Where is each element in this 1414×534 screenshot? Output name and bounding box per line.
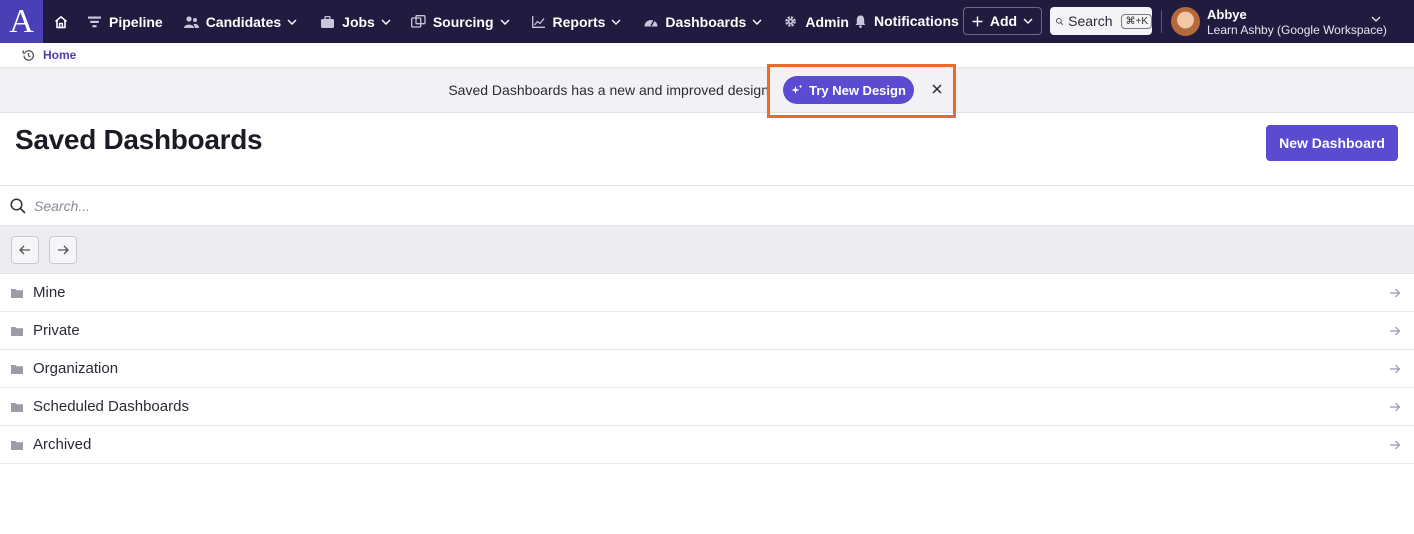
briefcase-icon (321, 15, 335, 28)
folder-icon (11, 289, 23, 298)
try-new-design-label: Try New Design (809, 82, 906, 98)
nav-pipeline-label: Pipeline (109, 13, 163, 30)
nav-sourcing[interactable]: Sourcing (410, 13, 510, 30)
plus-icon (972, 16, 983, 26)
arrow-right-icon (1390, 440, 1401, 450)
logo-letter: A (9, 2, 34, 40)
nav-dashboards-label: Dashboards (665, 13, 747, 30)
avatar[interactable] (1171, 7, 1200, 36)
page-title: Saved Dashboards (15, 124, 263, 155)
nav-admin-label: Admin (805, 13, 849, 30)
new-design-banner: Saved Dashboards has a new and improved … (0, 68, 1414, 113)
folder-icon (11, 403, 23, 412)
chevron-down-icon (611, 19, 621, 25)
folder-label: Archived (33, 436, 92, 453)
sparkle-icon (791, 84, 803, 94)
folder-label: Organization (33, 360, 119, 377)
user-org[interactable]: Learn Ashby (Google Workspace) (1207, 23, 1387, 37)
folder-icon (11, 327, 23, 336)
folder-label: Private (33, 322, 80, 339)
folder-label: Mine (33, 284, 66, 301)
add-label: Add (989, 13, 1018, 29)
nav-candidates[interactable]: Candidates (183, 13, 297, 30)
banner-text: Saved Dashboards has a new and improved … (448, 82, 769, 98)
banner-close-button[interactable] (931, 83, 943, 95)
search-bar (0, 185, 1414, 226)
nav-jobs[interactable]: Jobs (320, 14, 391, 30)
arrow-left-icon (19, 245, 30, 255)
gauge-icon (644, 20, 658, 27)
bell-icon (855, 15, 866, 28)
global-search-label: Search (1068, 13, 1113, 29)
folder-row-archived[interactable]: Archived (0, 426, 1414, 464)
folder-row-mine[interactable]: Mine (0, 274, 1414, 312)
chart-line-icon (531, 15, 545, 28)
try-new-design-button[interactable]: Try New Design (783, 76, 914, 104)
top-nav: A Pipeline Candidates Jobs Sourcing Repo… (0, 0, 1414, 43)
nav-divider (1161, 10, 1162, 33)
folder-row-scheduled-dashboards[interactable]: Scheduled Dashboards (0, 388, 1414, 426)
chevron-down-icon (287, 19, 297, 25)
filter-icon (88, 16, 101, 27)
history-icon (22, 49, 34, 61)
breadcrumb-home-link[interactable]: Home (43, 48, 76, 62)
gear-icon (785, 16, 797, 27)
close-icon (932, 84, 942, 94)
home-nav-button[interactable] (54, 15, 68, 29)
folder-row-organization[interactable]: Organization (0, 350, 1414, 388)
nav-sourcing-label: Sourcing (432, 13, 494, 30)
search-icon (10, 197, 26, 214)
search-icon (1056, 17, 1064, 25)
global-search-button[interactable]: Search ⌘+K (1050, 7, 1152, 35)
people-icon (183, 15, 199, 28)
nav-jobs-label: Jobs (342, 13, 375, 30)
arrow-right-icon (1390, 364, 1401, 374)
chevron-down-icon[interactable] (1371, 16, 1381, 22)
folder-label: Scheduled Dashboards (33, 398, 189, 415)
search-input[interactable] (34, 197, 934, 214)
pager-bar (0, 226, 1414, 274)
new-dashboard-button[interactable]: New Dashboard (1266, 125, 1398, 161)
nav-pipeline[interactable]: Pipeline (87, 14, 163, 30)
search-shortcut-badge: ⌘+K (1121, 13, 1152, 29)
nav-admin[interactable]: Admin (783, 14, 849, 30)
nav-dashboards[interactable]: Dashboards (643, 14, 762, 30)
chevron-down-icon (381, 19, 391, 25)
app-logo[interactable]: A (0, 0, 43, 43)
arrow-right-icon (1390, 402, 1401, 412)
home-icon (54, 15, 68, 28)
folder-icon (11, 441, 23, 450)
nav-reports-label: Reports (552, 13, 606, 30)
user-name[interactable]: Abbye (1207, 7, 1247, 22)
nav-candidates-label: Candidates (205, 13, 282, 30)
back-button[interactable] (11, 236, 39, 264)
chevron-down-icon (1023, 18, 1033, 24)
add-button[interactable]: Add (963, 7, 1042, 35)
arrow-right-icon (1390, 288, 1401, 298)
folder-list: Mine Private Organization Scheduled Dash… (0, 274, 1414, 464)
folder-row-private[interactable]: Private (0, 312, 1414, 350)
notifications-button[interactable]: Notifications (853, 13, 959, 29)
arrow-right-icon (1390, 326, 1401, 336)
chevron-down-icon (752, 19, 762, 25)
breadcrumb: Home (0, 43, 1414, 68)
notifications-label: Notifications (874, 13, 959, 29)
sourcing-icon (410, 15, 426, 28)
forward-button[interactable] (49, 236, 77, 264)
arrow-right-icon (58, 245, 69, 255)
folder-icon (11, 365, 23, 374)
chevron-down-icon (500, 19, 510, 25)
nav-reports[interactable]: Reports (531, 14, 622, 30)
